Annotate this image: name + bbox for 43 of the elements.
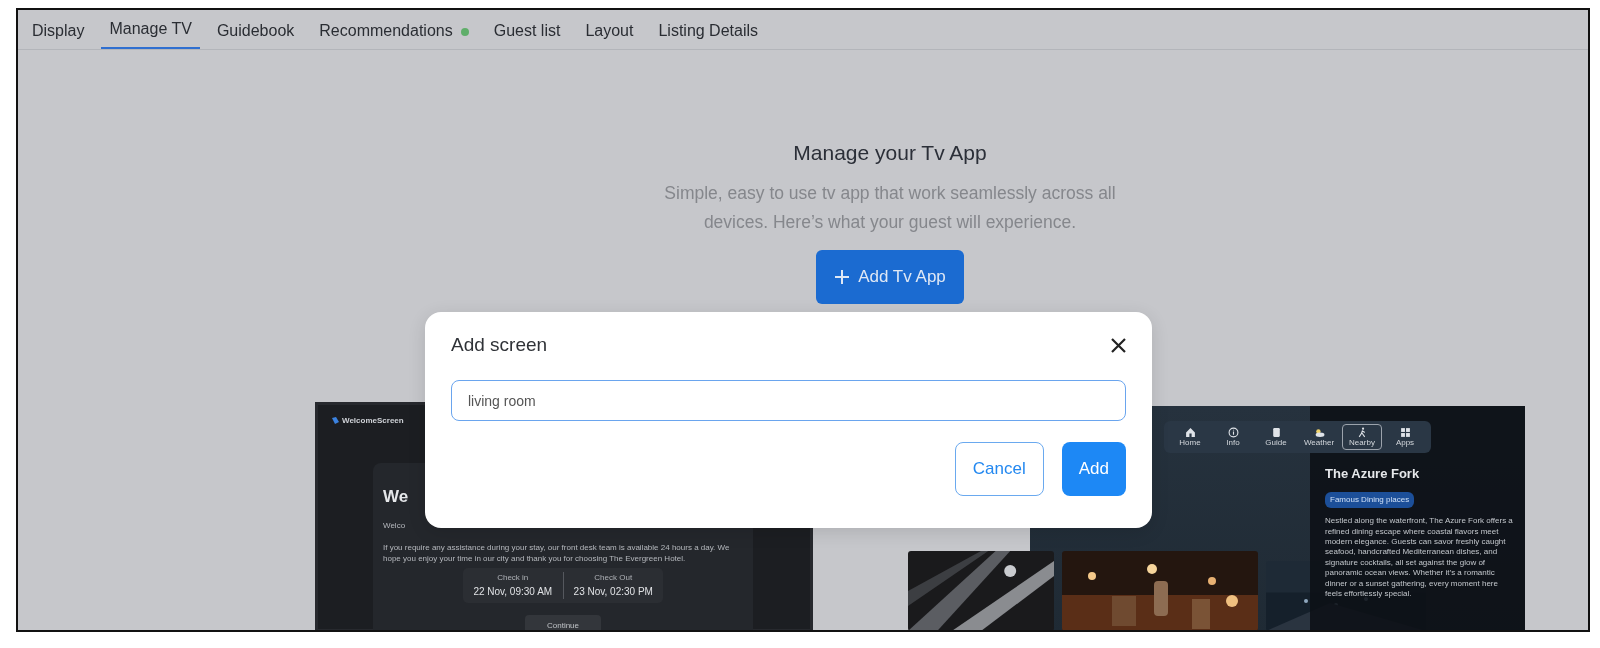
welcome-heading: We — [383, 486, 410, 508]
home-icon — [1184, 426, 1196, 438]
welcome-text: If you require any assistance during your stay, our front desk team is available 24 hours a day. We hope you enjoy your time in our city and thank you for choosing The Evergreen Hotel. — [383, 543, 731, 565]
tab[interactable]: Guidebook — [208, 14, 303, 49]
close-button[interactable] — [1109, 336, 1128, 355]
place-description: Nestled along the waterfront, The Azure Fork offers a refined dining escape where coastal flavors meet modern elegance. Guests can savor freshly caught seafood, handcrafted Mediterranean dishes, and signature cocktails, all set against the glow of panoramic ocean views. Whether it’s a romantic dinner or a sunset gathering, every moment here feels effortlessly special. — [1325, 516, 1513, 600]
check-label: Check in — [496, 572, 530, 585]
info-icon — [1227, 426, 1239, 438]
tv-nav-item[interactable]: Apps — [1385, 423, 1425, 450]
tab[interactable]: Guest list — [485, 14, 569, 49]
tab[interactable]: Manage TV — [101, 12, 200, 49]
check-value: 23 Nov, 02:30 PM — [572, 585, 654, 600]
check-value: 22 Nov, 09:30 AM — [472, 585, 554, 600]
page-description: Simple, easy to use tv app that work seamlessly across all devices. Here’s what your guest will experience. — [663, 182, 1117, 235]
category-tag: Famous Dining places — [1325, 492, 1415, 509]
walking-figure-icon — [1356, 426, 1368, 438]
dialog-title: Add screen — [451, 334, 548, 357]
plus-icon — [834, 268, 851, 285]
status-dot-icon — [460, 27, 469, 36]
tab[interactable]: Recommendations — [311, 14, 477, 49]
tab[interactable]: Layout — [577, 14, 642, 49]
page-title: Manage your Tv App — [792, 140, 988, 166]
tv-nav-item[interactable]: Weather — [1299, 423, 1339, 450]
tab[interactable]: Display — [24, 14, 93, 49]
book-icon — [1270, 426, 1282, 438]
logo-text: WelcomeScreen — [342, 414, 404, 427]
continue-button[interactable]: Continue — [525, 615, 601, 630]
tv-nav-item[interactable]: Guide — [1256, 423, 1296, 450]
tv-nav-item[interactable]: Nearby — [1342, 423, 1382, 450]
check-label: Check Out — [593, 572, 634, 585]
welcome-text: Welco — [383, 521, 407, 532]
tv-nav-item[interactable]: Info — [1213, 423, 1253, 450]
add-tv-app-button[interactable]: Add Tv App — [816, 250, 964, 304]
logo-icon — [332, 417, 339, 425]
add-button[interactable]: Add — [1061, 442, 1126, 496]
tv-nav-item[interactable]: Home — [1170, 423, 1210, 450]
place-title: The Azure Fork — [1325, 465, 1421, 482]
tab[interactable]: Listing Details — [650, 14, 767, 49]
weather-icon — [1313, 426, 1325, 438]
apps-icon — [1399, 426, 1411, 438]
name-input-field[interactable]: living room — [451, 380, 1126, 421]
cancel-button[interactable]: Cancel — [954, 442, 1044, 496]
close-icon — [1111, 338, 1126, 353]
